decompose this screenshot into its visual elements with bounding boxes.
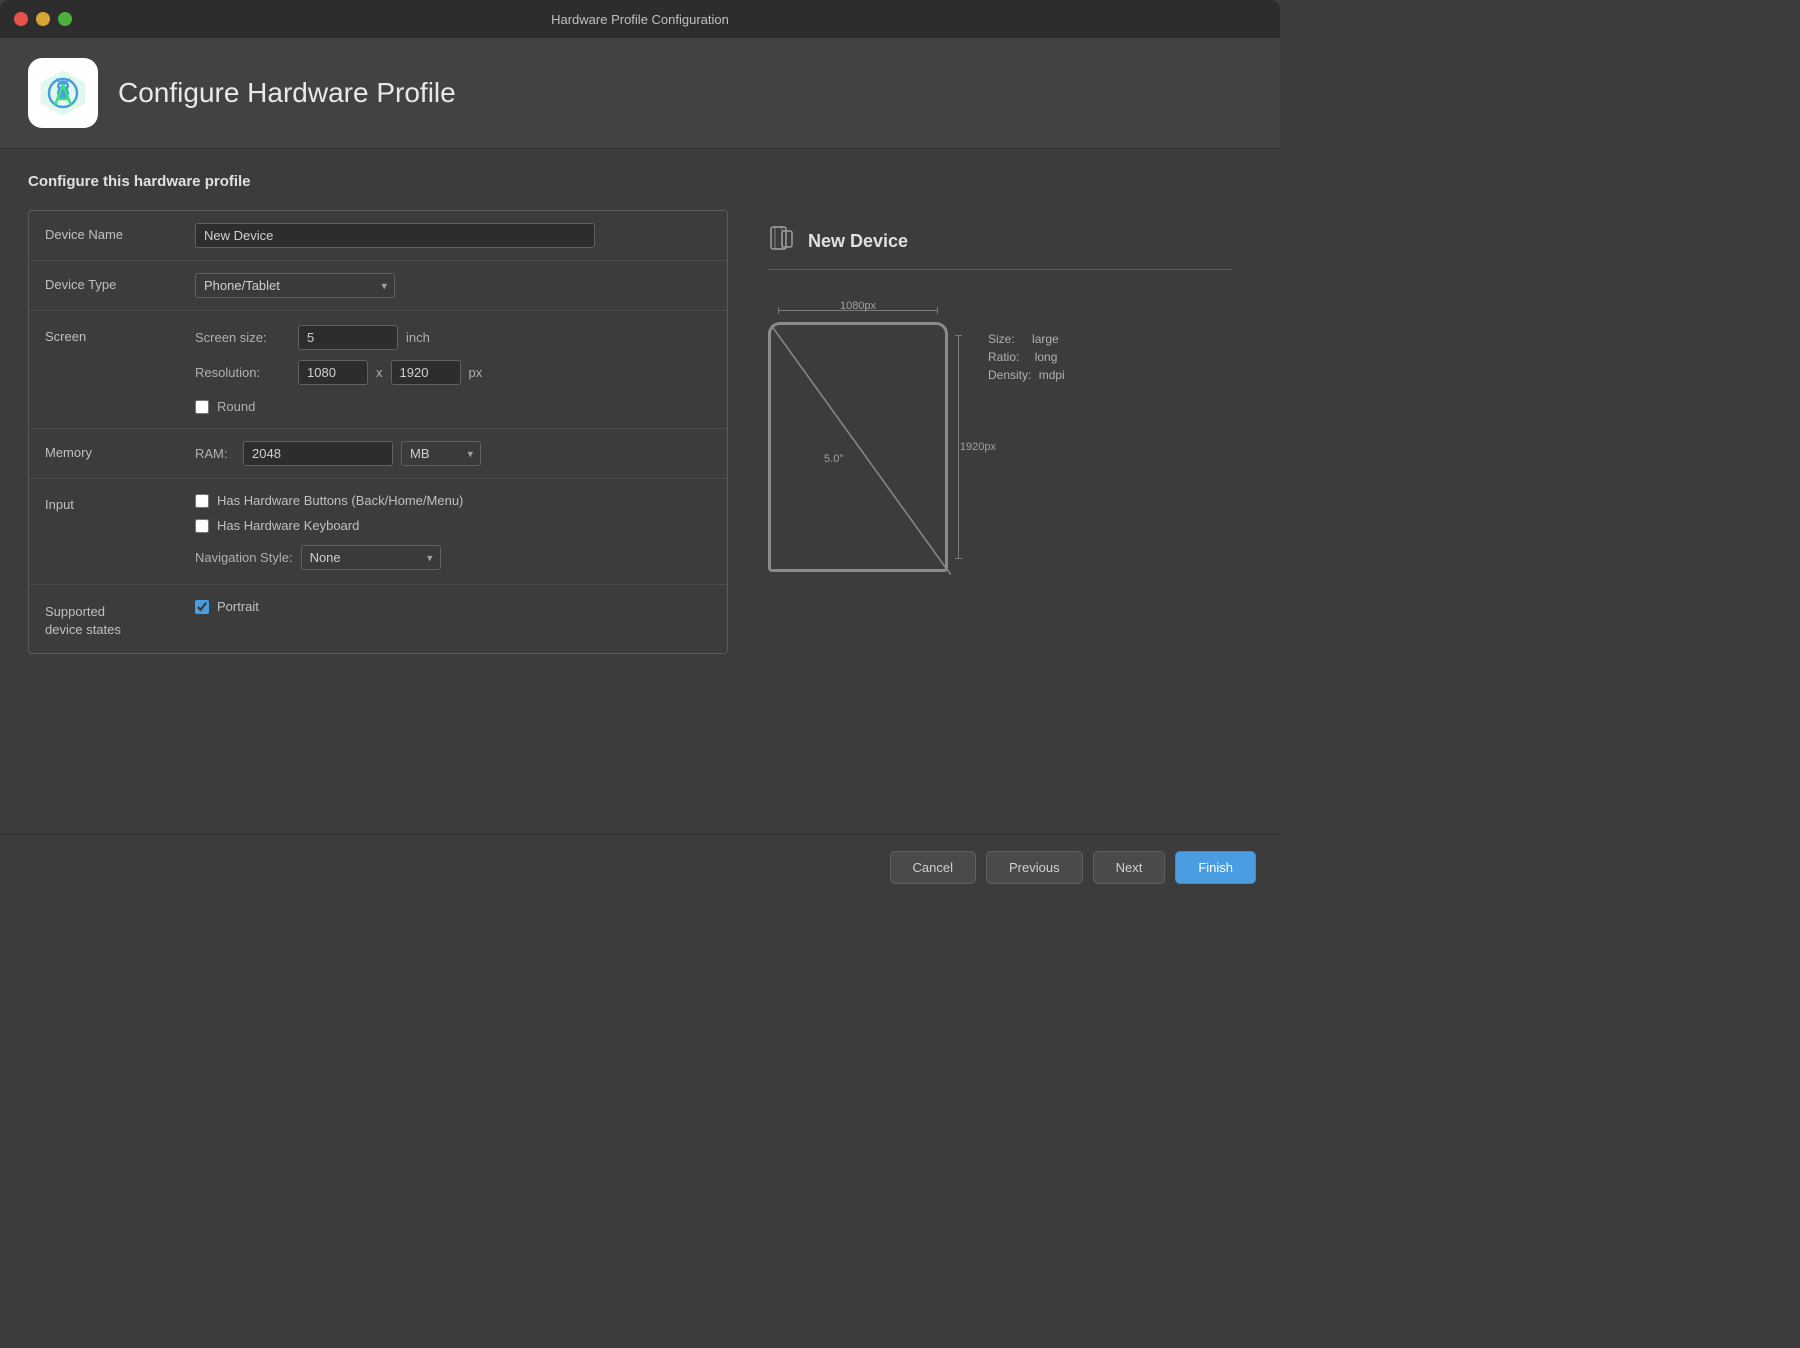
ratio-spec-value: long	[1035, 350, 1058, 364]
resolution-unit: px	[469, 365, 483, 380]
resolution-row: Resolution: x px	[195, 360, 711, 385]
round-label: Round	[217, 399, 255, 414]
round-row: Round	[195, 399, 711, 414]
device-frame: 5.0"	[768, 322, 948, 572]
ram-input[interactable]	[243, 441, 393, 466]
memory-row: Memory RAM: MB GB	[29, 429, 727, 479]
cancel-button[interactable]: Cancel	[890, 851, 976, 884]
navigation-row: Navigation Style: None D-pad Trackball W…	[195, 545, 711, 570]
preview-device-name: New Device	[808, 231, 908, 252]
device-name-input[interactable]	[195, 223, 595, 248]
device-name-control	[195, 223, 711, 248]
main-grid: Device Name Device Type Phone/Tablet Pho…	[28, 210, 1252, 654]
input-row: Input Has Hardware Buttons (Back/Home/Me…	[29, 479, 727, 585]
screen-row: Screen Screen size: inch Resolution: x p…	[29, 311, 727, 429]
close-button[interactable]	[14, 12, 28, 26]
window-title: Hardware Profile Configuration	[551, 12, 729, 27]
height-dimension-line	[958, 335, 959, 559]
section-title: Configure this hardware profile	[28, 173, 1252, 190]
device-specs: Size: large Ratio: long Density: mdpi	[968, 302, 1065, 382]
title-bar: Hardware Profile Configuration	[0, 0, 1280, 38]
density-spec-label: Density:	[988, 368, 1031, 382]
device-name-label: Device Name	[45, 223, 195, 242]
diagonal-line-svg	[771, 325, 951, 575]
size-spec: Size: large	[988, 332, 1065, 346]
width-label: 1080px	[840, 300, 876, 312]
density-spec: Density: mdpi	[988, 368, 1065, 382]
input-fields: Has Hardware Buttons (Back/Home/Menu) Ha…	[195, 493, 711, 570]
ram-unit-select[interactable]: MB GB	[401, 441, 481, 466]
memory-fields: RAM: MB GB	[195, 441, 711, 466]
preview-header: New Device	[768, 226, 1232, 270]
hardware-keyboard-label: Has Hardware Keyboard	[217, 518, 359, 533]
size-spec-value: large	[1032, 332, 1059, 346]
memory-control: RAM: MB GB	[195, 441, 711, 466]
device-type-control: Phone/Tablet Phone Tablet TV Wear OS	[195, 273, 711, 298]
finish-button[interactable]: Finish	[1175, 851, 1256, 884]
portrait-checkbox[interactable]	[195, 600, 209, 614]
supported-states-row: Supporteddevice states Portrait	[29, 585, 727, 653]
device-diagram-container: 1080px 5.0" 1920px	[768, 282, 1232, 592]
portrait-row: Portrait	[195, 599, 711, 614]
minimize-button[interactable]	[36, 12, 50, 26]
hardware-buttons-label: Has Hardware Buttons (Back/Home/Menu)	[217, 493, 463, 508]
states-fields: Portrait	[195, 599, 711, 614]
content-area: Configure this hardware profile Device N…	[0, 149, 1280, 678]
hardware-buttons-checkbox[interactable]	[195, 494, 209, 508]
page-title: Configure Hardware Profile	[118, 77, 456, 109]
ram-unit-wrapper: MB GB	[401, 441, 481, 466]
ram-label: RAM:	[195, 446, 235, 461]
hardware-keyboard-row: Has Hardware Keyboard	[195, 518, 711, 533]
resolution-height-input[interactable]	[391, 360, 461, 385]
hardware-keyboard-checkbox[interactable]	[195, 519, 209, 533]
button-bar: Cancel Previous Next Finish	[0, 834, 1280, 900]
screen-label: Screen	[45, 325, 195, 344]
density-spec-value: mdpi	[1039, 368, 1065, 382]
nav-style-wrapper: None D-pad Trackball Wheel	[301, 545, 441, 570]
ratio-spec-label: Ratio:	[988, 350, 1019, 364]
screen-fields: Screen size: inch Resolution: x px Round	[195, 325, 711, 414]
traffic-lights	[14, 12, 72, 26]
input-label: Input	[45, 493, 195, 512]
screen-size-label: Screen size:	[195, 330, 290, 345]
portrait-label: Portrait	[217, 599, 259, 614]
app-logo	[28, 58, 98, 128]
device-icon-svg	[768, 226, 796, 254]
height-label: 1920px	[960, 441, 996, 453]
resolution-width-input[interactable]	[298, 360, 368, 385]
supported-states-label: Supporteddevice states	[45, 599, 195, 639]
previous-button[interactable]: Previous	[986, 851, 1083, 884]
diagonal-label: 5.0"	[824, 453, 843, 465]
screen-size-row: Screen size: inch	[195, 325, 711, 350]
android-studio-icon	[37, 67, 89, 119]
preview-device-icon	[768, 226, 796, 257]
ratio-spec: Ratio: long	[988, 350, 1065, 364]
device-type-select[interactable]: Phone/Tablet Phone Tablet TV Wear OS	[195, 273, 395, 298]
hardware-buttons-row: Has Hardware Buttons (Back/Home/Menu)	[195, 493, 711, 508]
next-button[interactable]: Next	[1093, 851, 1166, 884]
form-panel: Device Name Device Type Phone/Tablet Pho…	[28, 210, 728, 654]
maximize-button[interactable]	[58, 12, 72, 26]
resolution-label: Resolution:	[195, 365, 290, 380]
navigation-select[interactable]: None D-pad Trackball Wheel	[301, 545, 441, 570]
header-section: Configure Hardware Profile	[0, 38, 1280, 149]
screen-size-input[interactable]	[298, 325, 398, 350]
resolution-x: x	[376, 365, 383, 380]
device-type-label: Device Type	[45, 273, 195, 292]
navigation-style-label: Navigation Style:	[195, 550, 293, 565]
device-type-wrapper: Phone/Tablet Phone Tablet TV Wear OS	[195, 273, 395, 298]
device-type-row: Device Type Phone/Tablet Phone Tablet TV…	[29, 261, 727, 311]
device-name-row: Device Name	[29, 211, 727, 261]
memory-label: Memory	[45, 441, 195, 460]
screen-size-unit: inch	[406, 330, 430, 345]
round-checkbox[interactable]	[195, 400, 209, 414]
device-diagram: 1080px 5.0" 1920px	[768, 322, 948, 572]
size-spec-label: Size:	[988, 332, 1015, 346]
preview-panel: New Device 1080px 5.0"	[748, 210, 1252, 654]
